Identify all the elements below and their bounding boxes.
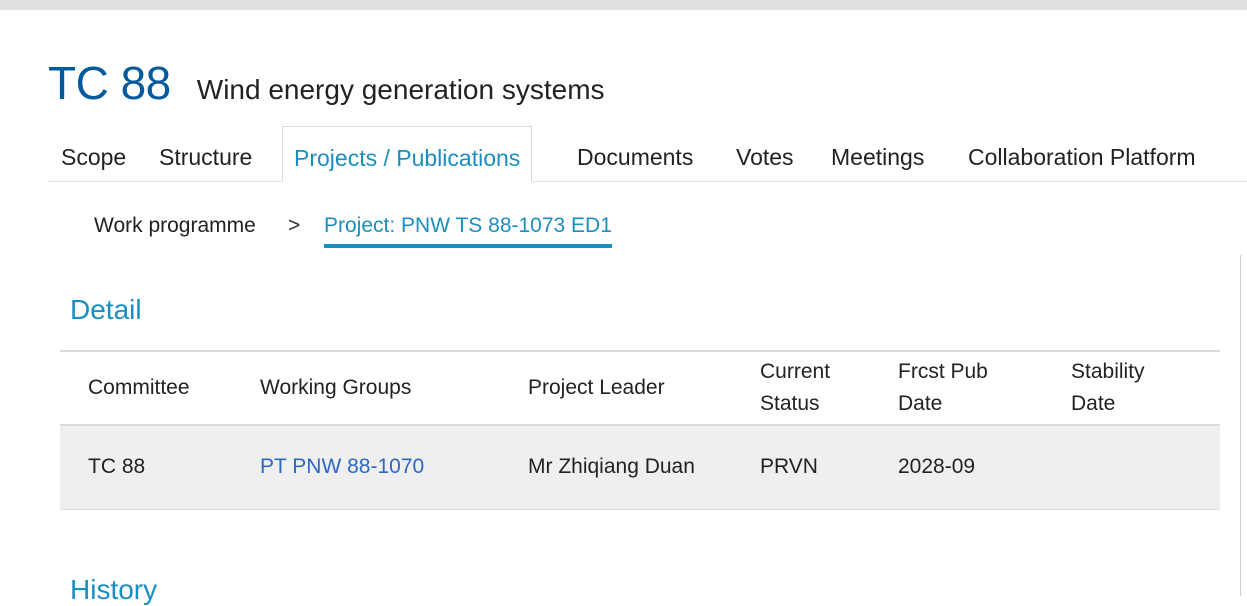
breadcrumb-current-project[interactable]: Project: PNW TS 88-1073 ED1 bbox=[324, 214, 612, 248]
breadcrumb-separator: > bbox=[288, 214, 301, 237]
column-header-frcst-pub-date-line2: Date bbox=[898, 392, 943, 415]
page: TC 88 Wind energy generation systems Sco… bbox=[0, 0, 1247, 605]
cell-committee: TC 88 bbox=[88, 455, 146, 479]
committee-code: TC 88 bbox=[48, 57, 171, 109]
tab-bar: Scope Structure Projects / Publications … bbox=[48, 126, 1247, 182]
cell-working-groups: PT PNW 88-1070 bbox=[260, 425, 528, 509]
cell-current-status: PRVN bbox=[760, 455, 818, 479]
tab-meetings[interactable]: Meetings bbox=[831, 126, 924, 181]
scrollbar-track[interactable] bbox=[1240, 255, 1241, 596]
cell-stability-date bbox=[1071, 425, 1220, 509]
committee-title: Wind energy generation systems bbox=[196, 74, 605, 105]
tab-documents[interactable]: Documents bbox=[577, 126, 693, 181]
column-header-project-leader: Project Leader bbox=[528, 351, 760, 425]
column-header-frcst-pub-date: Frcst Pub Date bbox=[898, 351, 1071, 425]
cell-frcst-pub-date: 2028-09 bbox=[898, 455, 976, 479]
history-heading: History bbox=[70, 574, 158, 605]
detail-table: Committee Working Groups Project Leader … bbox=[60, 350, 1220, 510]
cell-project-leader: Mr Zhiqiang Duan bbox=[528, 455, 695, 479]
tab-collaboration-platform[interactable]: Collaboration Platform bbox=[968, 126, 1196, 181]
column-header-working-groups-label: Working Groups bbox=[260, 376, 412, 399]
tab-scope[interactable]: Scope bbox=[61, 126, 126, 181]
column-header-committee-label: Committee bbox=[88, 376, 190, 399]
tab-votes[interactable]: Votes bbox=[736, 126, 794, 181]
column-header-current-status-line1: Current bbox=[760, 360, 831, 383]
column-header-project-leader-label: Project Leader bbox=[528, 376, 665, 399]
table-row: TC 88 PT PNW 88-1070 Mr Zhiqiang Duan PR… bbox=[60, 425, 1220, 509]
column-header-frcst-pub-date-line1: Frcst Pub bbox=[898, 360, 988, 383]
column-header-current-status: Current Status bbox=[760, 351, 898, 425]
tab-structure[interactable]: Structure bbox=[159, 126, 252, 181]
working-group-link[interactable]: PT PNW 88-1070 bbox=[260, 455, 424, 478]
tab-projects-publications[interactable]: Projects / Publications bbox=[282, 126, 533, 182]
breadcrumb-work-programme[interactable]: Work programme bbox=[94, 214, 256, 238]
column-header-current-status-line2: Status bbox=[760, 392, 820, 415]
detail-heading: Detail bbox=[70, 294, 142, 325]
column-header-stability-date: Stability Date bbox=[1071, 351, 1220, 425]
column-header-stability-date-line1: Stability bbox=[1071, 360, 1145, 383]
committee-header: TC 88 Wind energy generation systems bbox=[48, 56, 605, 110]
column-header-stability-date-line2: Date bbox=[1071, 392, 1116, 415]
column-header-committee: Committee bbox=[60, 351, 260, 425]
column-header-working-groups: Working Groups bbox=[260, 351, 528, 425]
detail-table-header-row: Committee Working Groups Project Leader … bbox=[60, 351, 1220, 425]
